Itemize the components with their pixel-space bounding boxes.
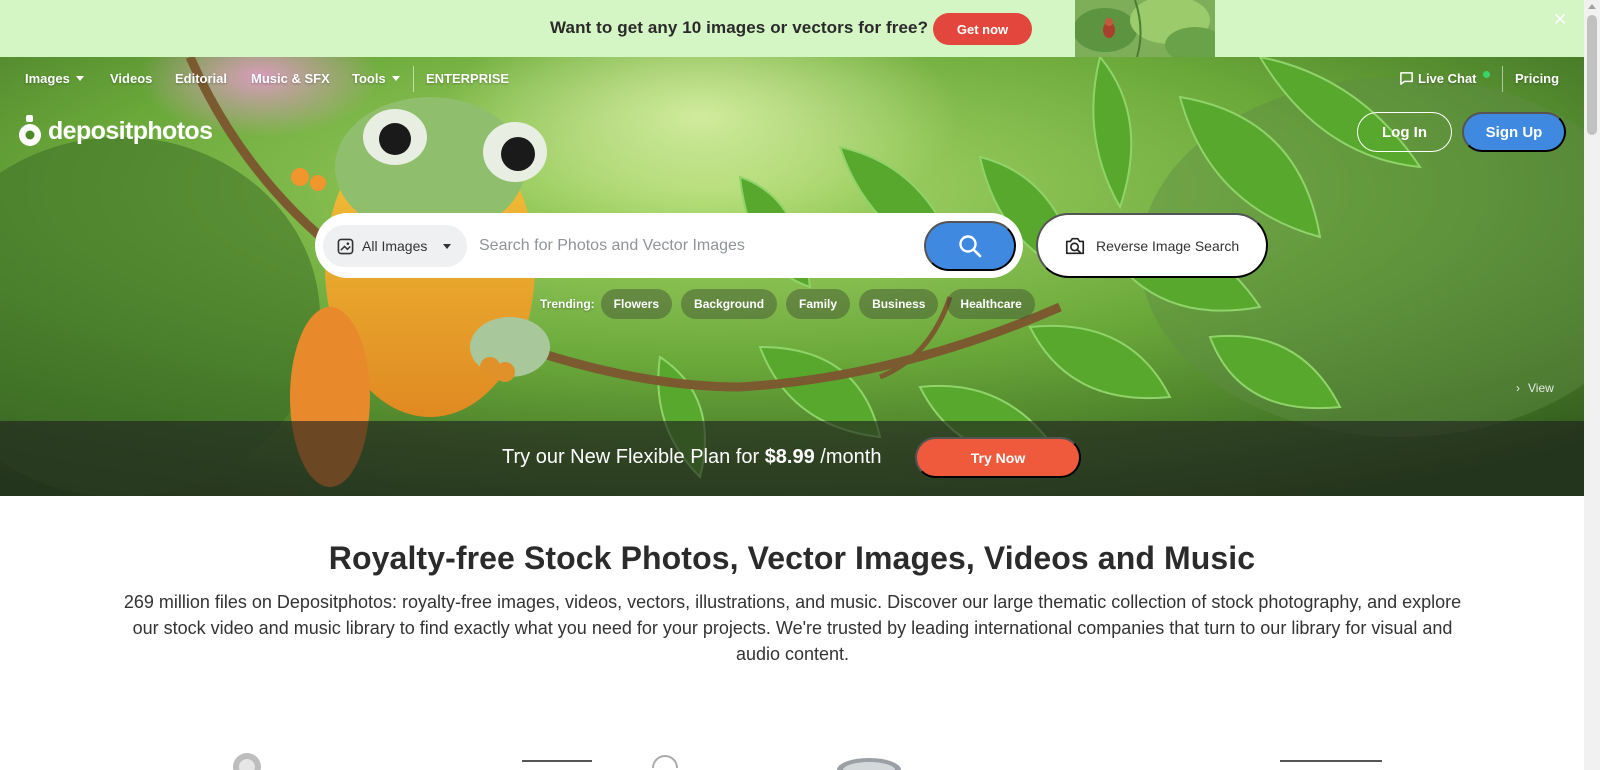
nav-images-label: Images xyxy=(25,71,70,86)
search-button[interactable] xyxy=(924,221,1016,271)
get-now-button[interactable]: Get now xyxy=(933,13,1032,45)
trending-tag-flowers[interactable]: Flowers xyxy=(600,289,673,319)
search-type-label: All Images xyxy=(362,238,428,254)
partner-logo xyxy=(522,760,592,762)
trending-label: Trending: xyxy=(540,297,595,311)
search-icon xyxy=(959,235,982,258)
nav-enterprise[interactable]: ENTERPRISE xyxy=(426,71,509,86)
nav-pricing[interactable]: Pricing xyxy=(1515,71,1559,86)
nav-music-sfx[interactable]: Music & SFX xyxy=(251,71,330,86)
search-type-dropdown[interactable]: All Images xyxy=(323,225,467,267)
promo-banner: Want to get any 10 images or vectors for… xyxy=(0,0,1584,57)
nav-images[interactable]: Images xyxy=(25,71,84,86)
nav-videos[interactable]: Videos xyxy=(110,71,152,86)
search-input[interactable] xyxy=(479,227,909,265)
close-icon[interactable]: ✕ xyxy=(1553,10,1567,30)
reverse-image-search-button[interactable]: Reverse Image Search xyxy=(1036,213,1268,278)
partner-logo xyxy=(1280,760,1382,762)
nav-tools[interactable]: Tools xyxy=(352,71,400,86)
plan-price: $8.99 xyxy=(764,446,815,468)
chevron-down-icon xyxy=(391,76,400,81)
depositphotos-logo[interactable]: depositphotos xyxy=(17,114,213,148)
page-description: 269 million files on Depositphotos: roya… xyxy=(123,592,1462,664)
logo-text: depositphotos xyxy=(48,116,213,145)
login-button[interactable]: Log In xyxy=(1357,112,1452,152)
hero: Images Videos Editorial Music & SFX Tool… xyxy=(0,57,1584,496)
partner-logo xyxy=(652,755,678,769)
chat-icon xyxy=(1400,72,1413,85)
live-chat-link[interactable]: Live Chat xyxy=(1399,71,1490,86)
view-image-link[interactable]: › View xyxy=(1516,381,1554,395)
chevron-down-icon xyxy=(75,76,84,81)
reverse-image-search-label: Reverse Image Search xyxy=(1096,237,1240,254)
trending-tag-business[interactable]: Business xyxy=(859,289,939,319)
trending-tag-healthcare[interactable]: Healthcare xyxy=(947,289,1035,319)
promo-text: Want to get any 10 images or vectors for… xyxy=(550,18,929,37)
promo-image xyxy=(1075,0,1215,57)
online-status-dot xyxy=(1482,71,1490,78)
nav-divider xyxy=(1502,66,1503,92)
partner-logo xyxy=(233,753,261,770)
logo-icon xyxy=(19,115,41,146)
scroll-up-icon[interactable] xyxy=(1588,4,1596,9)
nav-divider xyxy=(413,66,414,92)
trending-tag-family[interactable]: Family xyxy=(786,289,851,319)
partner-logo xyxy=(837,758,901,770)
try-now-button[interactable]: Try Now xyxy=(915,437,1081,478)
page-headline: Royalty-free Stock Photos, Vector Images… xyxy=(328,540,1256,576)
chevron-right-icon: › xyxy=(1516,381,1520,395)
image-type-icon xyxy=(337,238,354,254)
chevron-down-icon xyxy=(443,243,452,249)
top-navigation: Images Videos Editorial Music & SFX Tool… xyxy=(0,57,1584,99)
flexible-plan-text: Try our New Flexible Plan for $8.99 /mon… xyxy=(502,446,881,469)
scrollbar-thumb[interactable] xyxy=(1587,15,1597,135)
plan-text-before: Try our New Flexible Plan for xyxy=(502,446,765,468)
nav-editorial[interactable]: Editorial xyxy=(175,71,227,86)
camera-search-icon xyxy=(1065,237,1085,254)
live-chat-label: Live Chat xyxy=(1418,71,1477,86)
page-scrollbar[interactable] xyxy=(1584,0,1600,770)
search-bar: All Images xyxy=(315,213,1023,278)
trending-tags: Trending: Flowers Background Family Busi… xyxy=(540,289,1044,319)
nav-tools-label: Tools xyxy=(352,71,386,86)
trending-tag-background[interactable]: Background xyxy=(681,289,778,319)
signup-button[interactable]: Sign Up xyxy=(1462,112,1566,152)
view-link-label: View xyxy=(1528,381,1554,395)
flexible-plan-bar: Try our New Flexible Plan for $8.99 /mon… xyxy=(0,421,1584,496)
plan-text-after: /month xyxy=(814,446,882,468)
